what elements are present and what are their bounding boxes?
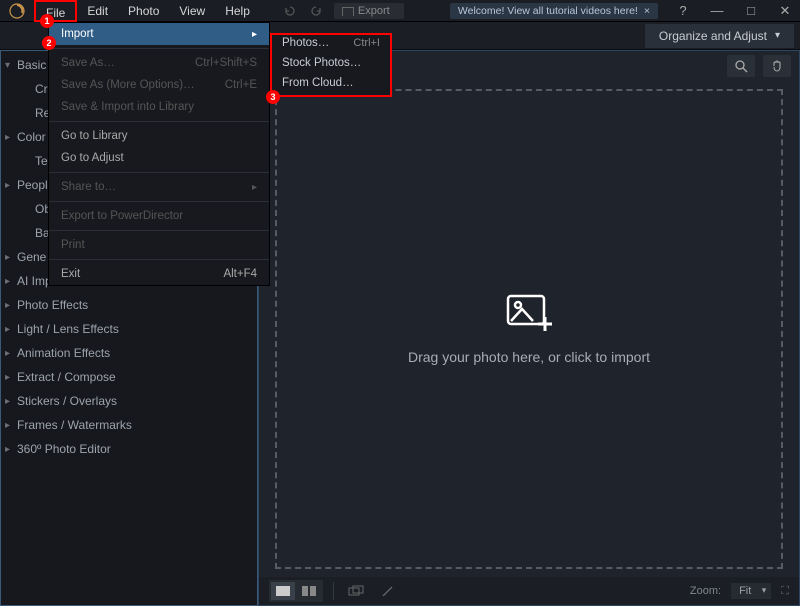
menu-import-label: Import: [61, 28, 94, 40]
window-controls: Welcome! View all tutorial videos here! …: [450, 0, 800, 22]
toolbar-history: Export: [278, 2, 404, 20]
drop-zone[interactable]: Drag your photo here, or click to import: [275, 89, 783, 569]
import-submenu: Photos… Ctrl+I Stock Photos… From Cloud…: [270, 33, 392, 97]
zoom-label: Zoom:: [690, 585, 721, 597]
chevron-icon: ▸: [5, 132, 17, 143]
sidebar-item[interactable]: ▸Animation Effects: [1, 341, 257, 365]
chevron-icon: ▸: [5, 252, 17, 263]
export-button[interactable]: Export: [334, 3, 404, 19]
sidebar-item-label: Animation Effects: [17, 346, 110, 360]
zoom-controls: Zoom: Fit ⛶: [690, 583, 789, 599]
menu-import[interactable]: Import ▸: [49, 23, 269, 45]
sidebar-item-label: Basic: [17, 58, 46, 72]
search-icon[interactable]: [727, 55, 755, 77]
bottombar: Zoom: Fit ⛶: [259, 577, 799, 605]
sidebar-item-label: Frames / Watermarks: [17, 418, 132, 432]
sidebar-item[interactable]: ▸360º Photo Editor: [1, 437, 257, 461]
sidebar-item[interactable]: ▸Stickers / Overlays: [1, 389, 257, 413]
menu-export-power[interactable]: Export to PowerDirector: [49, 205, 269, 227]
chevron-icon: ▸: [5, 324, 17, 335]
sidebar-item-label: 360º Photo Editor: [17, 442, 111, 456]
menubar: File Edit Photo View Help: [34, 0, 260, 22]
chevron-icon: ▸: [5, 420, 17, 431]
menu-edit[interactable]: Edit: [77, 0, 118, 22]
sidebar-item[interactable]: ▸Frames / Watermarks: [1, 413, 257, 437]
titlebar: File Edit Photo View Help Export Welcome…: [0, 0, 800, 22]
menu-photo[interactable]: Photo: [118, 0, 169, 22]
menu-save-as-more[interactable]: Save As (More Options)… Ctrl+E: [49, 74, 269, 96]
annotation-3: 3: [266, 90, 280, 104]
organize-adjust-button[interactable]: Organize and Adjust ▾: [645, 24, 794, 48]
file-menu-dropdown: Import ▸ Save As… Ctrl+Shift+S Save As (…: [48, 22, 270, 286]
view-single-icon[interactable]: [271, 582, 295, 600]
sidebar-item[interactable]: ▸Photo Effects: [1, 293, 257, 317]
maximize-icon[interactable]: □: [736, 0, 766, 22]
separator: [49, 48, 269, 49]
chevron-icon: ▸: [5, 396, 17, 407]
brush-icon[interactable]: [376, 582, 400, 600]
chevron-right-icon: ▸: [252, 29, 257, 40]
separator: [49, 172, 269, 173]
sidebar-item-label: Gene: [17, 250, 46, 264]
separator: [49, 121, 269, 122]
menu-share-to[interactable]: Share to… ▸: [49, 176, 269, 198]
minimize-icon[interactable]: —: [702, 0, 732, 22]
chevron-icon: ▸: [5, 276, 17, 287]
separator: [49, 201, 269, 202]
view-split-icon[interactable]: [297, 582, 321, 600]
menu-view[interactable]: View: [169, 0, 215, 22]
zoom-select[interactable]: Fit: [731, 583, 771, 599]
sidebar-item-label: Peopl: [17, 178, 48, 192]
close-window-icon[interactable]: ✕: [770, 0, 800, 22]
submenu-stock-photos[interactable]: Stock Photos…: [272, 55, 390, 75]
chevron-right-icon: ▸: [252, 182, 257, 193]
app-logo[interactable]: [0, 0, 34, 22]
sidebar-item-label: Stickers / Overlays: [17, 394, 117, 408]
redo-icon[interactable]: [306, 2, 328, 20]
sidebar-item-label: Color: [17, 130, 46, 144]
chevron-icon: ▸: [5, 300, 17, 311]
mode-label: Organize and Adjust: [659, 29, 767, 43]
divider: [333, 582, 334, 600]
close-icon[interactable]: ×: [644, 5, 650, 17]
compare-icon[interactable]: [344, 582, 368, 600]
menu-save-as[interactable]: Save As… Ctrl+Shift+S: [49, 52, 269, 74]
sidebar-item-label: Photo Effects: [17, 298, 88, 312]
chevron-icon: ▸: [5, 348, 17, 359]
chevron-icon: ▸: [5, 372, 17, 383]
chevron-icon: ▸: [5, 180, 17, 191]
chevron-icon: ▸: [5, 444, 17, 455]
separator: [49, 259, 269, 260]
tutorial-text: Welcome! View all tutorial videos here!: [458, 5, 638, 17]
hand-icon[interactable]: [763, 55, 791, 77]
image-placeholder-icon: [505, 293, 553, 333]
menu-save-import-lib[interactable]: Save & Import into Library: [49, 96, 269, 118]
sidebar-item[interactable]: ▸Extract / Compose: [1, 365, 257, 389]
menu-go-library[interactable]: Go to Library: [49, 125, 269, 147]
chevron-down-icon: ▾: [775, 30, 780, 41]
chevron-icon: ▾: [5, 60, 17, 71]
sidebar-item[interactable]: ▸Light / Lens Effects: [1, 317, 257, 341]
undo-icon[interactable]: [278, 2, 300, 20]
menu-print[interactable]: Print: [49, 234, 269, 256]
submenu-from-cloud[interactable]: From Cloud…: [272, 75, 390, 95]
sidebar-item-label: Extract / Compose: [17, 370, 116, 384]
drop-text: Drag your photo here, or click to import: [408, 349, 650, 365]
help-icon[interactable]: ?: [668, 0, 698, 22]
sidebar-item-label: Light / Lens Effects: [17, 322, 119, 336]
view-mode-group: [269, 580, 323, 602]
submenu-photos[interactable]: Photos… Ctrl+I: [272, 35, 390, 55]
annotation-1: 1: [40, 14, 54, 28]
annotation-2: 2: [42, 36, 56, 50]
menu-help[interactable]: Help: [215, 0, 260, 22]
menu-exit[interactable]: Exit Alt+F4: [49, 263, 269, 285]
fullscreen-icon[interactable]: ⛶: [781, 585, 789, 598]
menu-go-adjust[interactable]: Go to Adjust: [49, 147, 269, 169]
canvas-area: Drag your photo here, or click to import…: [258, 50, 800, 606]
tutorial-banner[interactable]: Welcome! View all tutorial videos here! …: [450, 3, 658, 19]
separator: [49, 230, 269, 231]
